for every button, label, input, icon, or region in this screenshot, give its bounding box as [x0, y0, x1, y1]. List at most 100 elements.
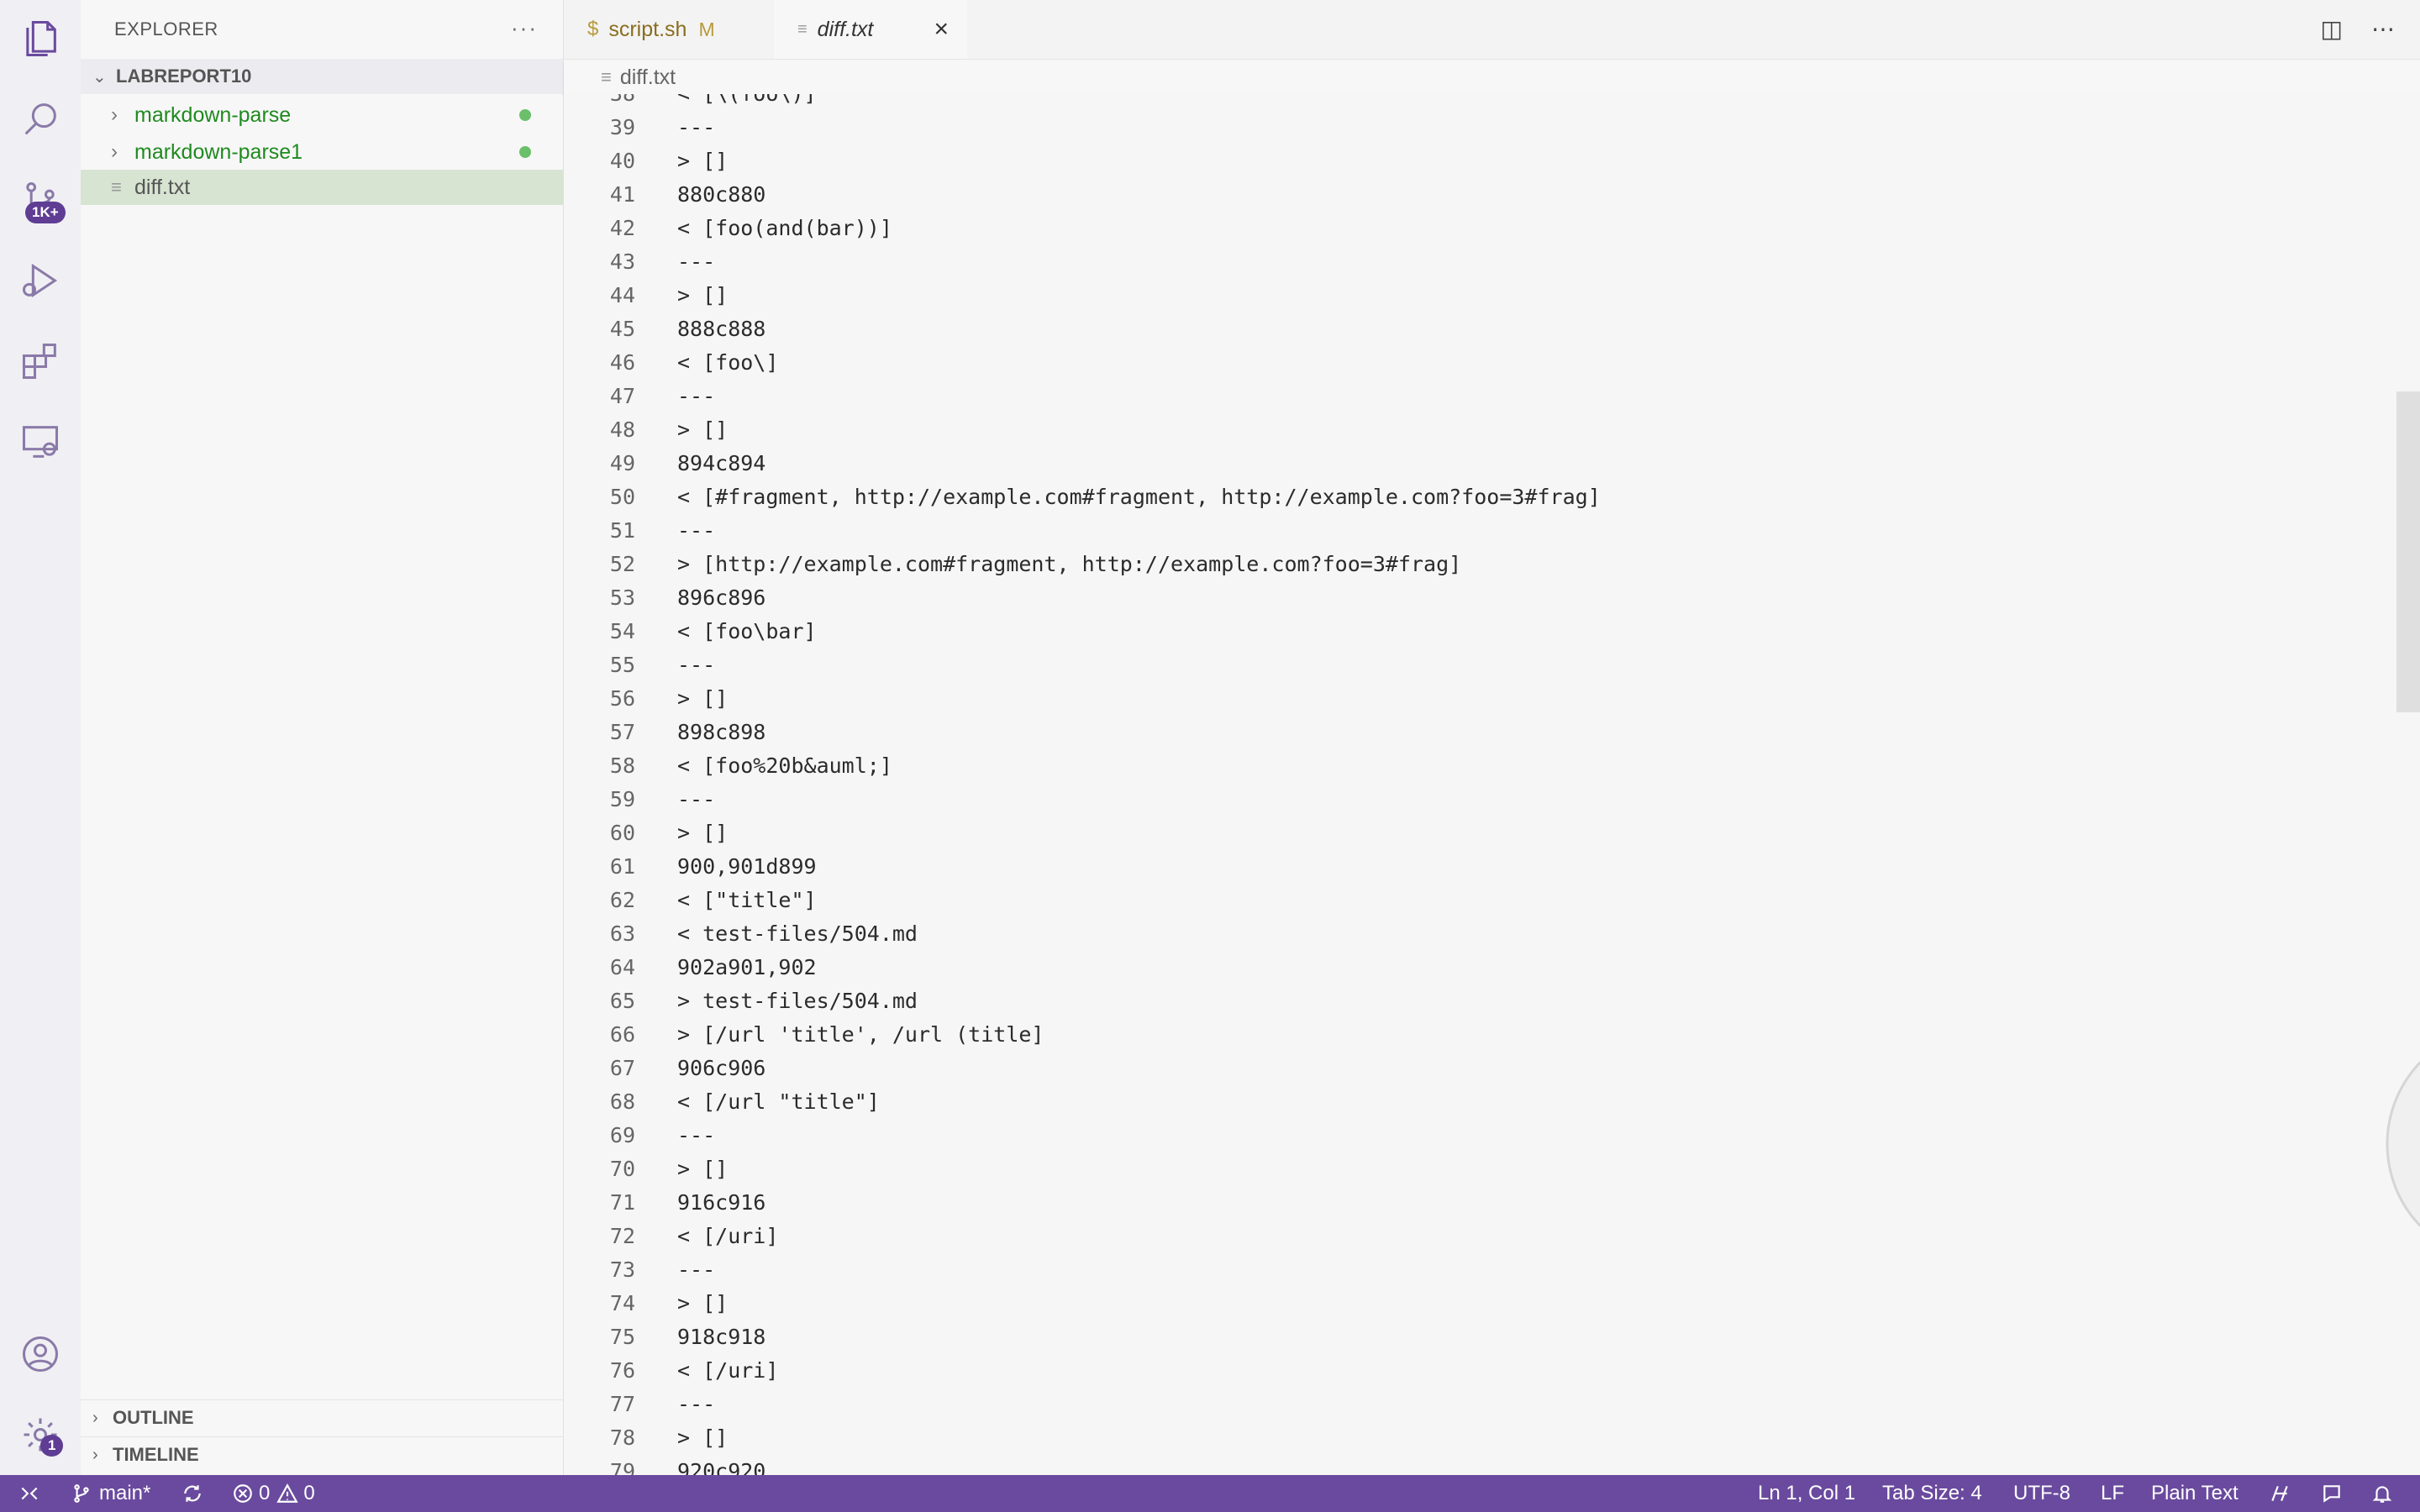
close-icon[interactable]: × [934, 15, 949, 44]
line-text: > [] [677, 1290, 729, 1315]
line-text: 888c888 [677, 316, 766, 341]
code-line[interactable]: 63 < test-files/504.md [564, 916, 2244, 950]
panel-timeline[interactable]: › TIMELINE [81, 1436, 563, 1473]
code-line[interactable]: 45 888c888 [564, 312, 2244, 345]
code-line[interactable]: 52 > [http://example.com#fragment, http:/… [564, 547, 2244, 580]
code-line[interactable]: 39 --- [564, 110, 2244, 144]
activity-bar: 1K+ 1 [0, 0, 82, 1475]
code-line[interactable]: 68 < [/url "title"] [564, 1084, 2244, 1118]
tab-script-sh[interactable]: $ script.sh M [564, 0, 774, 59]
code-line[interactable]: 61 900,901d899 [564, 849, 2244, 883]
end-of-line[interactable]: LF [2101, 1475, 2124, 1512]
code-line[interactable]: 69 --- [564, 1118, 2244, 1152]
line-number: 54 [609, 618, 635, 643]
code-line[interactable]: 40 > [] [564, 144, 2244, 177]
line-number: 69 [609, 1122, 635, 1147]
tree-item-markdown-parse1[interactable]: › markdown-parse1 [81, 134, 563, 170]
line-number: 71 [609, 1189, 635, 1215]
scrollbar-thumb[interactable] [2396, 391, 2420, 712]
account-icon[interactable] [17, 1331, 64, 1378]
line-text: < [foo%20b&auml;] [677, 753, 892, 778]
code-line[interactable]: 46 < [foo\] [564, 345, 2244, 379]
code-line[interactable]: 54 < [foo\bar] [564, 614, 2244, 648]
code-line[interactable]: 60 > [] [564, 816, 2244, 849]
more-actions-icon[interactable]: ⋯ [2371, 15, 2395, 43]
code-line[interactable]: 53 896c896 [564, 580, 2244, 614]
line-number: 72 [609, 1223, 635, 1248]
line-number: 57 [609, 719, 635, 744]
notifications-icon[interactable] [2371, 1475, 2393, 1512]
code-line[interactable]: 38 < [\(foo\)] [564, 94, 2244, 110]
encoding[interactable]: UTF-8 [2013, 1475, 2070, 1512]
code-line[interactable]: 48 > [] [564, 412, 2244, 446]
text-file-icon: ≡ [601, 66, 612, 87]
code-line[interactable]: 44 > [] [564, 278, 2244, 312]
branch-name: main* [99, 1482, 151, 1504]
files-icon[interactable] [17, 15, 64, 62]
code-line[interactable]: 55 --- [564, 648, 2244, 681]
problems-indicator[interactable]: 0 0 [232, 1475, 315, 1512]
panel-outline[interactable]: › OUTLINE [81, 1399, 563, 1436]
code-line[interactable]: 67 906c906 [564, 1051, 2244, 1084]
tab-diff-txt[interactable]: ≡ diff.txt × [774, 0, 967, 59]
extensions-icon[interactable] [17, 338, 64, 385]
code-line[interactable]: 73 --- [564, 1252, 2244, 1286]
line-number: 53 [609, 585, 635, 610]
split-editor-icon[interactable]: ◫ [2321, 15, 2343, 43]
line-number: 41 [609, 181, 635, 207]
tab-bar: $ script.sh M ≡ diff.txt × ◫ ⋯ [564, 0, 2420, 60]
line-text: 900,901d899 [677, 853, 817, 879]
tree-item-diff-txt[interactable]: ≡ diff.txt [81, 170, 563, 205]
feedback-icon[interactable] [2321, 1475, 2343, 1512]
code-line[interactable]: 72 < [/uri] [564, 1219, 2244, 1252]
code-line[interactable]: 59 --- [564, 782, 2244, 816]
line-number: 40 [609, 148, 635, 173]
editor-area[interactable]: 79 920c920 78 > [] 77 --- 76 < [/uri] 75 918c918 7… [564, 94, 2420, 1475]
remote-indicator[interactable] [18, 1475, 40, 1512]
code-line[interactable]: 66 > [/url 'title', /url (title] [564, 1017, 2244, 1051]
more-actions-icon[interactable]: ··· [511, 15, 538, 41]
code-line[interactable]: 42 < [foo(and(bar))] [564, 211, 2244, 244]
code-line[interactable]: 70 > [] [564, 1152, 2244, 1185]
code-line[interactable]: 57 898c898 [564, 715, 2244, 748]
code-line[interactable]: 56 > [] [564, 681, 2244, 715]
code-line[interactable]: 76 < [/uri] [564, 1353, 2244, 1387]
code-line[interactable]: 47 --- [564, 379, 2244, 412]
line-text: --- [677, 786, 716, 811]
language-mode[interactable]: Plain Text [2151, 1475, 2238, 1512]
line-number: 43 [609, 249, 635, 274]
cursor-position[interactable]: Ln 1, Col 1 [1758, 1475, 1855, 1512]
code-line[interactable]: 75 918c918 [564, 1320, 2244, 1353]
editor-actions: ◫ ⋯ [2321, 15, 2395, 43]
code-line[interactable]: 58 < [foo%20b&auml;] [564, 748, 2244, 782]
search-icon[interactable] [17, 96, 64, 143]
tab-size[interactable]: Tab Size: 4 [1882, 1475, 1982, 1512]
line-text: 918c918 [677, 1324, 766, 1349]
code-line[interactable]: 64 902a901,902 [564, 950, 2244, 984]
code-line[interactable]: 78 > [] [564, 1420, 2244, 1454]
run-debug-icon[interactable] [17, 257, 64, 304]
code-line[interactable]: 43 --- [564, 244, 2244, 278]
tree-item-markdown-parse[interactable]: › markdown-parse [81, 97, 563, 133]
code-line[interactable]: 62 < ["title"] [564, 883, 2244, 916]
code-line[interactable]: 71 916c916 [564, 1185, 2244, 1219]
text-file-icon: ≡ [797, 19, 808, 39]
code-line[interactable]: 74 > [] [564, 1286, 2244, 1320]
line-text: < ["title"] [677, 887, 817, 912]
error-count: 0 [259, 1482, 271, 1504]
code-line[interactable]: 41 880c880 [564, 177, 2244, 211]
branch-indicator[interactable]: main* [71, 1475, 150, 1512]
code-line[interactable]: 65 > test-files/504.md [564, 984, 2244, 1017]
folder-header[interactable]: ⌄ LABREPORT10 [81, 59, 563, 94]
code-line[interactable]: 50 < [#fragment, http://example.com#fragm… [564, 480, 2244, 513]
code-line[interactable]: 49 894c894 [564, 446, 2244, 480]
remote-icon [21, 1487, 38, 1500]
code-line[interactable]: 77 --- [564, 1387, 2244, 1420]
code-line[interactable]: 51 --- [564, 513, 2244, 547]
code-line[interactable]: 79 920c920 [564, 1454, 2244, 1476]
sync-button[interactable] [182, 1475, 203, 1512]
remote-explorer-icon[interactable] [17, 418, 64, 465]
breadcrumb-item[interactable]: diff.txt [620, 66, 676, 90]
line-text: > [] [677, 1425, 729, 1450]
format-icon[interactable] [2269, 1475, 2291, 1512]
